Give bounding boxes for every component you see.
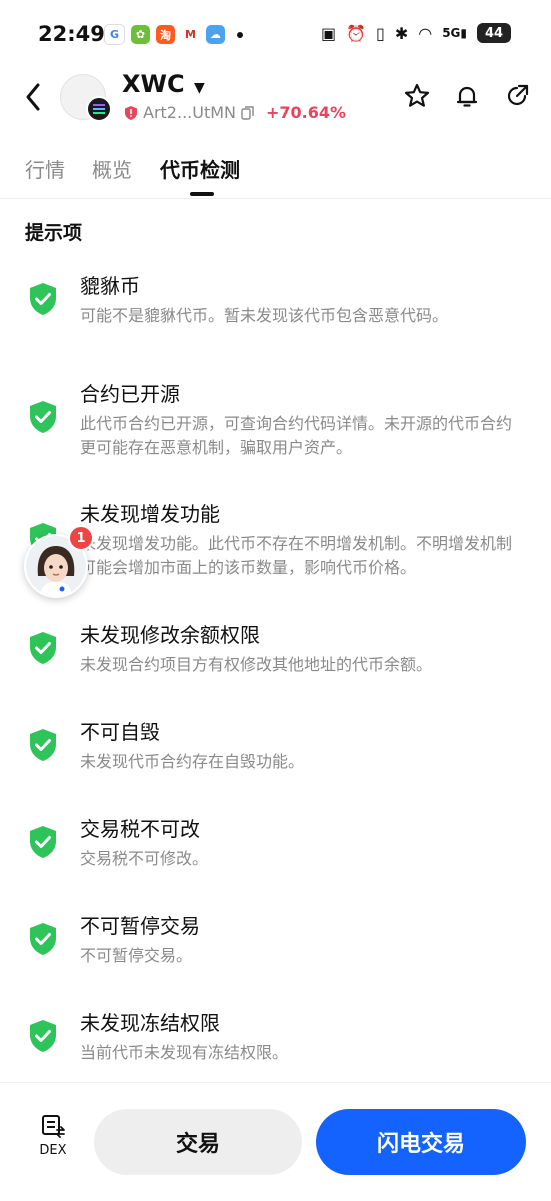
battery-icon: 44: [477, 23, 511, 43]
tab-bar: 行情 概览 代币检测: [0, 148, 551, 199]
weather-app-icon: ☁: [206, 25, 225, 44]
check-description: 未发现合约项目方有权修改其他地址的代币余额。: [80, 655, 433, 674]
check-title: 交易税不可改: [80, 817, 200, 841]
game-app-icon: ✿: [131, 25, 150, 44]
flash-trade-button[interactable]: 闪电交易: [316, 1109, 526, 1175]
green-shield-check-icon: [30, 729, 56, 761]
check-description: 此代币合约已开源，可查询合约代码详情。未开源的代币合约更可能存在恶意机制，骗取用…: [80, 414, 513, 457]
list-item: 貔貅币 可能不是貔貅代币。暂未发现该代币包含恶意代码。: [0, 270, 551, 378]
status-bar: 22:49 G ✿ 淘 M ☁ ▣ ⏰ ▯ ✱ ◠ 5G▮ 44: [0, 0, 551, 66]
chevron-left-icon: [26, 83, 40, 111]
risk-shield-icon: [125, 105, 137, 120]
dex-icon: [42, 1115, 65, 1138]
back-button[interactable]: [20, 80, 48, 118]
check-description: 当前代币未发现有冻结权限。: [80, 1043, 289, 1062]
list-item: 交易税不可改 交易税不可修改。: [0, 813, 551, 910]
contract-address: Art2...UtMN: [143, 103, 236, 122]
list-item: 合约已开源 此代币合约已开源，可查询合约代码详情。未开源的代币合约更可能存在恶意…: [0, 378, 551, 498]
star-icon[interactable]: [403, 82, 431, 110]
check-list: 貔貅币 可能不是貔貅代币。暂未发现该代币包含恶意代码。 合约已开源 此代币合约已…: [0, 270, 551, 1087]
battery-level: 44: [484, 25, 504, 41]
vibrate-icon: ▯: [376, 23, 385, 43]
bottom-action-bar: DEX 交易 闪电交易: [0, 1082, 551, 1201]
tab-token-check[interactable]: 代币检测: [160, 154, 240, 183]
green-shield-check-icon: [30, 923, 56, 955]
check-title: 不可暂停交易: [80, 914, 200, 938]
alarm-icon: ⏰: [346, 23, 366, 43]
check-description: 未发现增发功能。此代币不存在不明增发机制。不明增发机制可能会增加市面上的该币数量…: [80, 534, 513, 577]
network-label: 5G: [442, 26, 461, 40]
bluetooth-icon: ✱: [394, 23, 409, 43]
check-description: 不可暂停交易。: [80, 946, 193, 965]
nfc-icon: ▣: [320, 23, 337, 43]
system-icons: ▣ ⏰ ▯ ✱ ◠ 5G▮ 44: [321, 23, 511, 43]
bell-icon[interactable]: [453, 82, 481, 110]
trade-button[interactable]: 交易: [94, 1109, 302, 1175]
notification-icons: G ✿ 淘 M ☁: [104, 24, 243, 45]
list-item: 未发现修改余额权限 未发现合约项目方有权修改其他地址的代币余额。: [0, 619, 551, 716]
list-item: 不可自毁 未发现代币合约存在自毁功能。: [0, 716, 551, 813]
tab-market[interactable]: 行情: [25, 154, 65, 183]
list-item: 不可暂停交易 不可暂停交易。: [0, 910, 551, 1007]
signal-icon: 5G▮: [442, 26, 467, 40]
check-description: 交易税不可修改。: [80, 849, 209, 868]
check-title: 不可自毁: [80, 720, 160, 744]
status-time: 22:49: [38, 22, 105, 46]
dex-label: DEX: [39, 1143, 67, 1158]
dex-button[interactable]: DEX: [30, 1113, 76, 1158]
section-title: 提示项: [25, 222, 83, 244]
green-shield-check-icon: [30, 401, 56, 433]
check-title: 貔貅币: [80, 274, 140, 298]
check-description: 可能不是貔貅代币。暂未发现该代币包含恶意代码。: [80, 306, 449, 325]
tab-overview[interactable]: 概览: [92, 154, 132, 183]
header-actions: [403, 82, 531, 110]
check-title: 未发现增发功能: [80, 502, 220, 526]
price-change: +70.64%: [266, 103, 347, 122]
wifi-icon: ◠: [418, 23, 433, 43]
coin-subtitle: Art2...UtMN +70.64%: [124, 103, 346, 122]
google-app-icon: G: [104, 24, 125, 45]
check-description: 未发现代币合约存在自毁功能。: [80, 752, 305, 771]
caret-down-icon[interactable]: ▼: [194, 80, 205, 96]
copy-icon[interactable]: [241, 105, 255, 120]
check-title: 未发现冻结权限: [80, 1011, 220, 1035]
solana-chain-icon: [86, 96, 112, 122]
green-shield-check-icon: [30, 283, 56, 315]
coin-name[interactable]: XWC: [122, 70, 185, 98]
green-shield-check-icon: [30, 1020, 56, 1052]
green-shield-check-icon: [30, 632, 56, 664]
coin-header: XWC ▼ Art2...UtMN +70.64%: [0, 66, 551, 132]
share-icon[interactable]: [503, 82, 531, 110]
notification-badge: 1: [68, 525, 94, 551]
green-shield-check-icon: [30, 826, 56, 858]
more-notifications-dot: [237, 31, 243, 38]
check-title: 合约已开源: [80, 382, 180, 406]
active-tab-indicator: [190, 192, 214, 196]
gmail-app-icon: M: [181, 25, 200, 44]
check-title: 未发现修改余额权限: [80, 623, 260, 647]
taobao-app-icon: 淘: [156, 25, 175, 44]
list-item: 未发现冻结权限 当前代币未发现有冻结权限。: [0, 1007, 551, 1087]
